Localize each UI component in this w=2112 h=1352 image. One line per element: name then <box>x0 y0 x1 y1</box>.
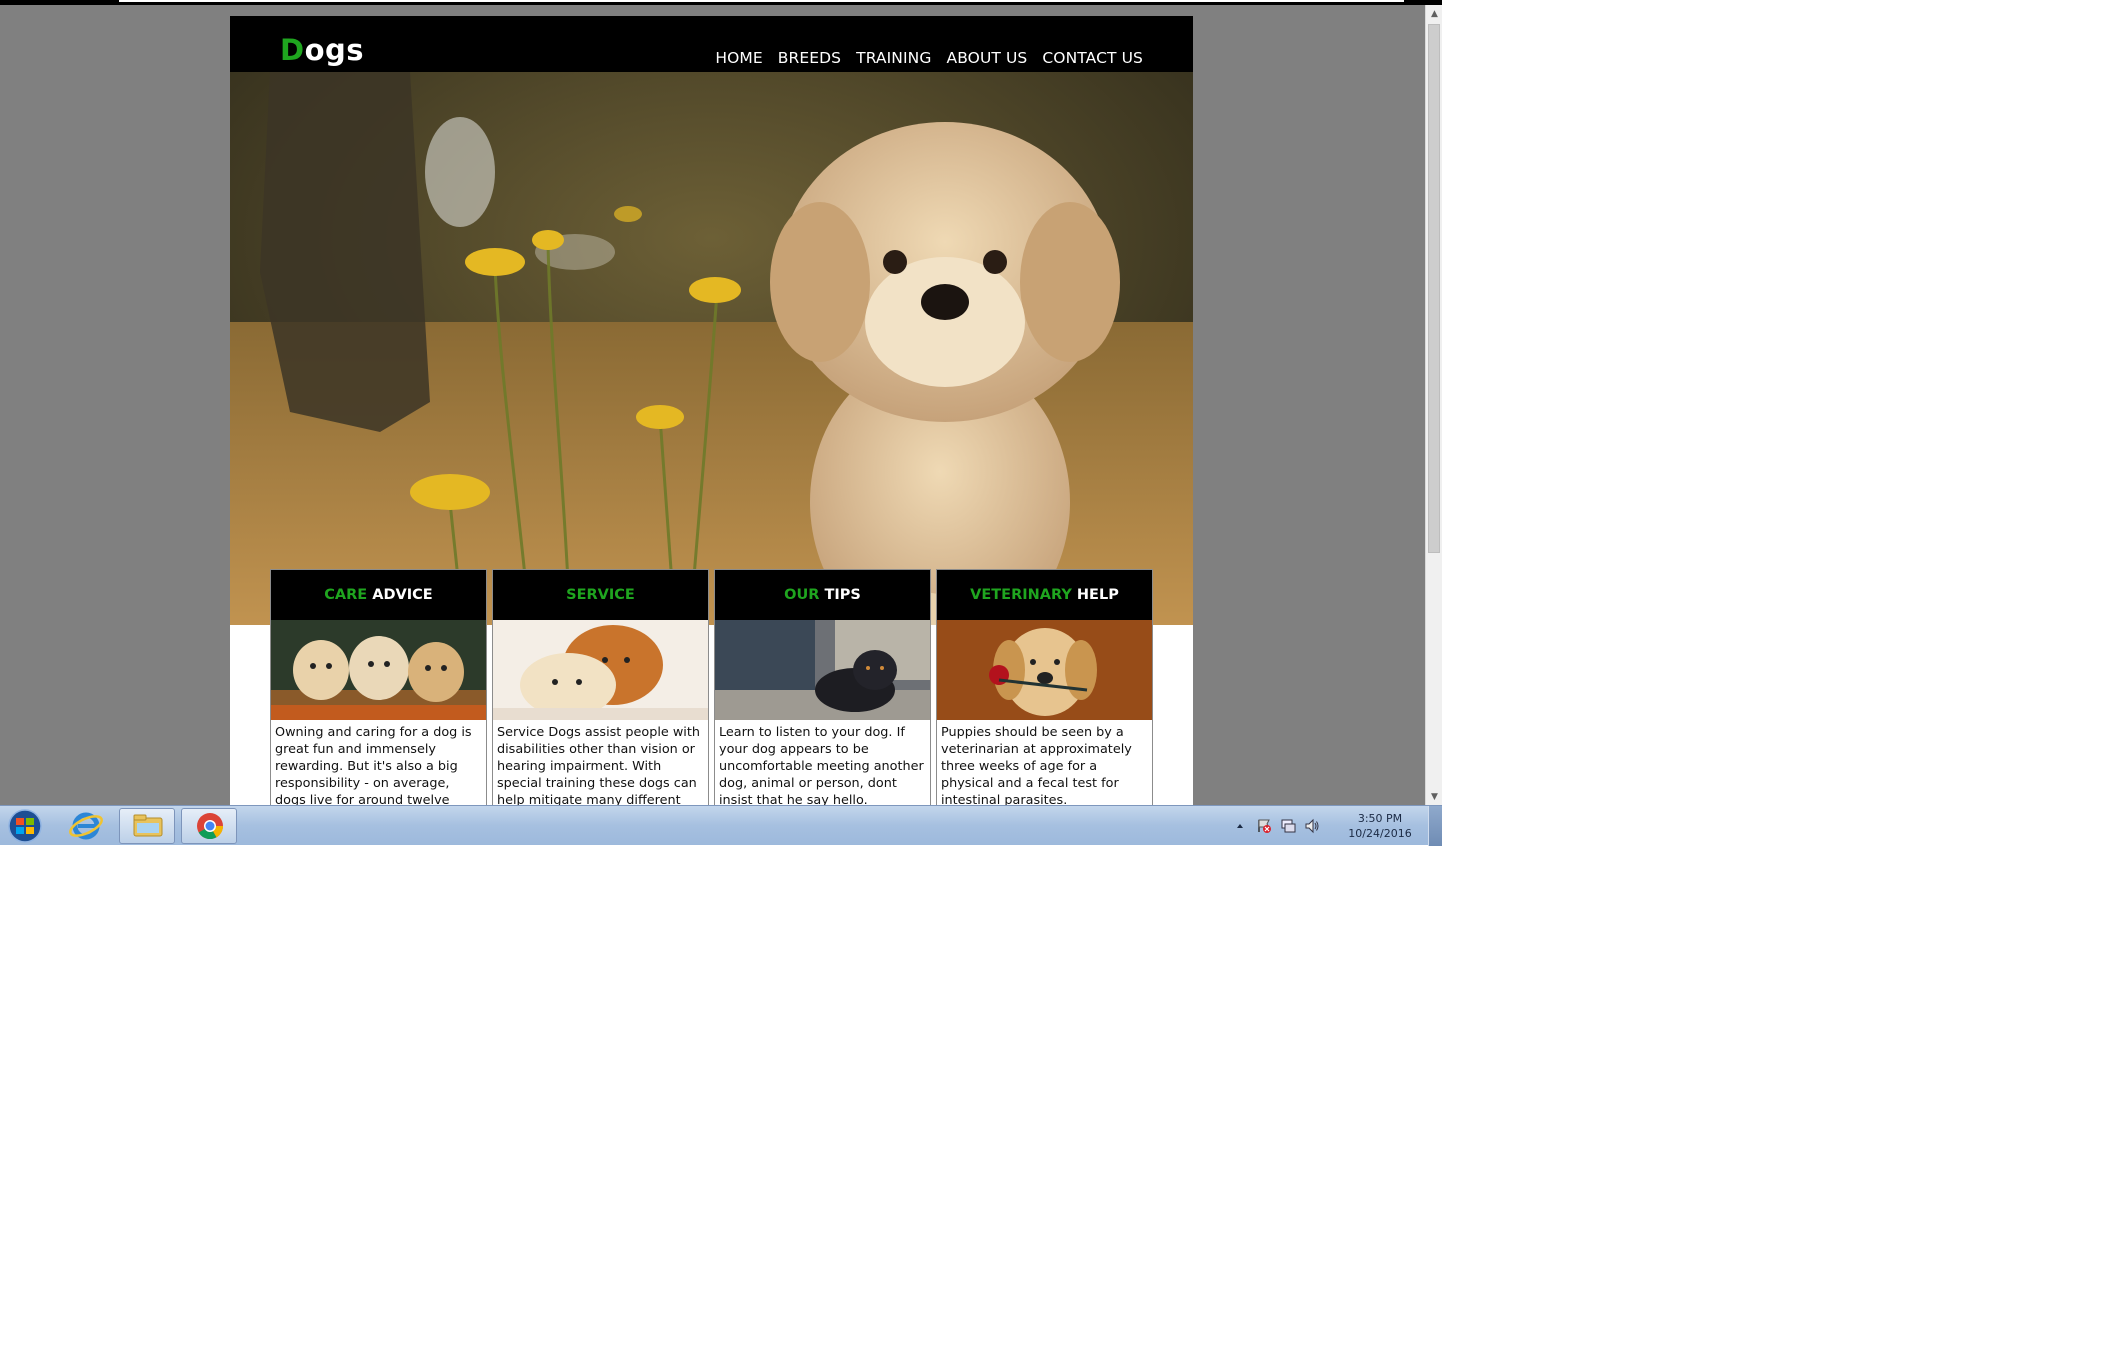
network-icon[interactable] <box>1279 817 1297 835</box>
show-desktop-button[interactable] <box>1428 806 1442 846</box>
nav-training[interactable]: TRAINING <box>856 49 931 67</box>
card-body-text: Service Dogs assist people with disabili… <box>497 725 700 805</box>
action-center-flag-icon[interactable] <box>1255 817 1273 835</box>
card-body-text: Learn to listen to your dog. If your dog… <box>719 725 924 805</box>
card-title-green: OUR <box>784 587 820 603</box>
card-body-text: Puppies should be seen by a veterinarian… <box>941 725 1132 805</box>
clock-date: 10/24/2016 <box>1348 827 1412 840</box>
card-title-white: ADVICE <box>372 587 433 603</box>
card-veterinary-help: VETERINARY HELP Puppies should be seen b… <box>936 569 1153 805</box>
scroll-up-arrow-icon[interactable]: ▲ <box>1426 5 1442 22</box>
main-nav: HOME BREEDS TRAINING ABOUT US CONTACT US <box>715 49 1143 67</box>
card-title-green: SERVICE <box>566 587 635 603</box>
card-title[interactable]: VETERINARY HELP <box>937 570 1152 620</box>
site-header: Dogs HOME BREEDS TRAINING ABOUT US CONTA… <box>230 16 1193 72</box>
browser-address-edge <box>119 0 1404 2</box>
vertical-scrollbar[interactable]: ▲ ▼ <box>1425 5 1442 805</box>
browser-viewport: Dogs HOME BREEDS TRAINING ABOUT US CONTA… <box>0 0 1442 805</box>
logo-initial: D <box>280 33 305 67</box>
scrollbar-thumb[interactable] <box>1428 24 1440 553</box>
nav-breeds[interactable]: BREEDS <box>778 49 841 67</box>
internet-explorer-icon <box>69 812 103 840</box>
hero-image <box>230 72 1193 625</box>
taskbar-clock[interactable]: 3:50 PM 10/24/2016 <box>1340 811 1420 841</box>
card-our-tips: OUR TIPS Learn to listen to your dog. If… <box>714 569 931 805</box>
card-care-advice: CARE ADVICE Owning and caring for a dog … <box>270 569 487 805</box>
chrome-icon <box>197 813 224 840</box>
puppy-with-rose-image <box>937 620 1152 720</box>
logo-rest: ogs <box>304 33 365 67</box>
show-hidden-icons-arrow-icon[interactable] <box>1231 817 1249 835</box>
nav-home[interactable]: HOME <box>715 49 762 67</box>
windows-orb-icon <box>8 809 42 843</box>
card-title-green: VETERINARY <box>970 587 1072 603</box>
card-title[interactable]: OUR TIPS <box>715 570 930 620</box>
scroll-down-arrow-icon[interactable]: ▼ <box>1426 788 1442 805</box>
card-title-white: TIPS <box>824 587 861 603</box>
card-service: SERVICE Service Dogs assist people with … <box>492 569 709 805</box>
puppies-in-basket-image <box>271 620 486 720</box>
volume-icon[interactable] <box>1303 817 1321 835</box>
card-title[interactable]: CARE ADVICE <box>271 570 486 620</box>
windows-taskbar: 3:50 PM 10/24/2016 <box>0 805 1442 846</box>
clock-time: 3:50 PM <box>1357 812 1403 825</box>
card-body-text: Owning and caring for a dog is great fun… <box>275 725 472 805</box>
chrome-taskbar-button[interactable] <box>181 808 237 844</box>
black-puppy-image <box>715 620 930 720</box>
card-title[interactable]: SERVICE <box>493 570 708 620</box>
internet-explorer-taskbar-button[interactable] <box>58 808 114 844</box>
browser-top-strip <box>0 0 1442 5</box>
card-title-white: HELP <box>1076 587 1119 603</box>
folder-icon <box>133 814 163 837</box>
card-title-green: CARE <box>324 587 368 603</box>
file-explorer-taskbar-button[interactable] <box>119 808 175 844</box>
puppy-hero-illustration <box>230 72 1193 625</box>
nav-contact-us[interactable]: CONTACT US <box>1042 49 1143 67</box>
site-logo[interactable]: Dogs <box>280 36 364 65</box>
dogs-website: Dogs HOME BREEDS TRAINING ABOUT US CONTA… <box>230 16 1193 805</box>
nav-about-us[interactable]: ABOUT US <box>946 49 1027 67</box>
start-button[interactable] <box>2 808 48 844</box>
two-puppies-image <box>493 620 708 720</box>
